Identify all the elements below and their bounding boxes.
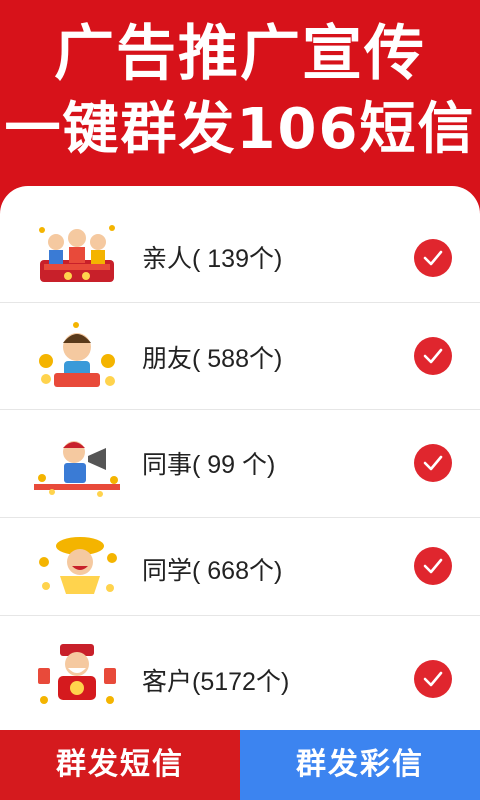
send-sms-button[interactable]: 群发短信 <box>0 730 240 800</box>
group-label-classmates: 同学( 668个) <box>142 557 283 585</box>
check-icon[interactable] <box>414 660 452 698</box>
customer-icon <box>34 638 120 708</box>
classmate-icon <box>34 532 120 602</box>
friend-icon <box>34 321 120 391</box>
check-icon[interactable] <box>414 547 452 585</box>
send-mms-button[interactable]: 群发彩信 <box>240 730 480 800</box>
group-row-friends[interactable]: 朋友( 588个) <box>0 303 480 410</box>
group-label-customers: 客户(5172个) <box>142 668 290 696</box>
colleague-icon <box>34 430 120 500</box>
group-row-colleagues[interactable]: 同事( 99 个) <box>0 410 480 518</box>
check-icon[interactable] <box>414 337 452 375</box>
group-row-classmates[interactable]: 同学( 668个) <box>0 518 480 616</box>
check-icon[interactable] <box>414 239 452 277</box>
group-row-family[interactable]: 亲人( 139个) <box>0 186 480 303</box>
group-row-customers[interactable]: 客户(5172个) <box>0 616 480 730</box>
group-label-friends: 朋友( 588个) <box>142 345 283 373</box>
family-icon <box>34 220 120 290</box>
group-label-colleagues: 同事( 99 个) <box>142 451 276 479</box>
header-banner: 广告推广宣传 一键群发106短信 <box>0 0 480 200</box>
contact-group-list: 亲人( 139个) 朋友( 588个) 同事(99 个) 同学(668个) … <box>0 186 480 730</box>
bottom-action-bar: 群发短信 群发彩信 <box>0 730 480 800</box>
group-label-family: 亲人( 139个) <box>142 245 283 273</box>
check-icon[interactable] <box>414 444 452 482</box>
headline-secondary: 一键群发106短信 <box>4 97 476 162</box>
headline-primary: 广告推广宣传 <box>54 19 426 89</box>
